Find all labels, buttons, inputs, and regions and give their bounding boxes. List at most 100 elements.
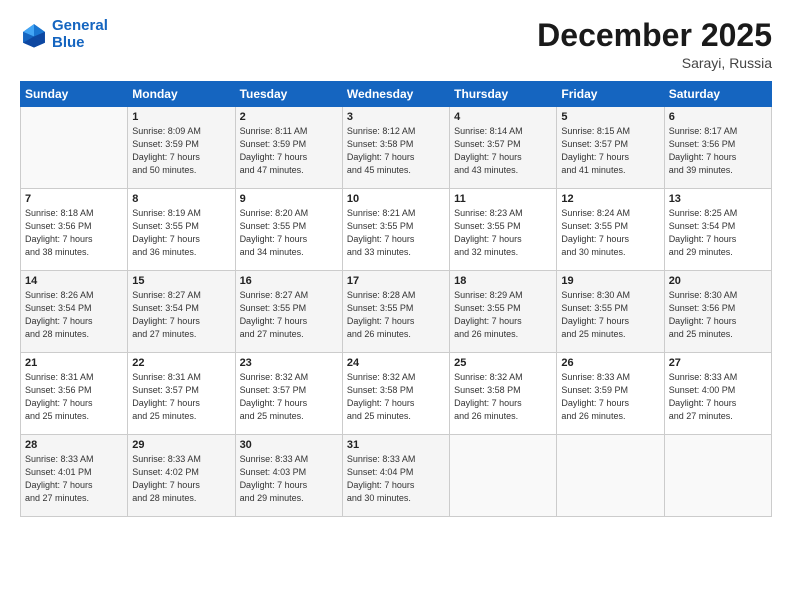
week-row-4: 21 Sunrise: 8:31 AM Sunset: 3:56 PM Dayli… (21, 353, 772, 435)
week-row-3: 14 Sunrise: 8:26 AM Sunset: 3:54 PM Dayli… (21, 271, 772, 353)
day-info: Sunrise: 8:19 AM Sunset: 3:55 PM Dayligh… (132, 207, 230, 259)
day-cell: 30 Sunrise: 8:33 AM Sunset: 4:03 PM Dayli… (235, 435, 342, 517)
day-info: Sunrise: 8:32 AM Sunset: 3:58 PM Dayligh… (347, 371, 445, 423)
day-info: Sunrise: 8:26 AM Sunset: 3:54 PM Dayligh… (25, 289, 123, 341)
day-cell: 26 Sunrise: 8:33 AM Sunset: 3:59 PM Dayli… (557, 353, 664, 435)
day-info: Sunrise: 8:09 AM Sunset: 3:59 PM Dayligh… (132, 125, 230, 177)
day-info: Sunrise: 8:20 AM Sunset: 3:55 PM Dayligh… (240, 207, 338, 259)
day-info: Sunrise: 8:23 AM Sunset: 3:55 PM Dayligh… (454, 207, 552, 259)
day-info: Sunrise: 8:30 AM Sunset: 3:55 PM Dayligh… (561, 289, 659, 341)
day-cell (21, 107, 128, 189)
day-number: 20 (669, 275, 767, 287)
day-number: 30 (240, 439, 338, 451)
day-number: 19 (561, 275, 659, 287)
day-number: 26 (561, 357, 659, 369)
day-number: 23 (240, 357, 338, 369)
header-saturday: Saturday (664, 82, 771, 107)
day-number: 6 (669, 111, 767, 123)
day-number: 8 (132, 193, 230, 205)
header: General Blue December 2025 Sarayi, Russi… (20, 18, 772, 71)
day-cell: 11Sunrise: 8:23 AM Sunset: 3:55 PM Dayli… (450, 189, 557, 271)
day-info: Sunrise: 8:11 AM Sunset: 3:59 PM Dayligh… (240, 125, 338, 177)
day-info: Sunrise: 8:33 AM Sunset: 4:04 PM Dayligh… (347, 453, 445, 505)
day-cell (450, 435, 557, 517)
day-number: 14 (25, 275, 123, 287)
day-cell: 2 Sunrise: 8:11 AM Sunset: 3:59 PM Daylig… (235, 107, 342, 189)
day-cell: 22Sunrise: 8:31 AM Sunset: 3:57 PM Dayli… (128, 353, 235, 435)
logo-text: General Blue (52, 18, 108, 51)
day-cell: 20 Sunrise: 8:30 AM Sunset: 3:56 PM Dayli… (664, 271, 771, 353)
day-cell: 3Sunrise: 8:12 AM Sunset: 3:58 PM Daylig… (342, 107, 449, 189)
day-number: 27 (669, 357, 767, 369)
week-row-5: 28 Sunrise: 8:33 AM Sunset: 4:01 PM Dayli… (21, 435, 772, 517)
day-cell: 15Sunrise: 8:27 AM Sunset: 3:54 PM Dayli… (128, 271, 235, 353)
day-cell (557, 435, 664, 517)
day-cell: 19 Sunrise: 8:30 AM Sunset: 3:55 PM Dayli… (557, 271, 664, 353)
day-info: Sunrise: 8:31 AM Sunset: 3:56 PM Dayligh… (25, 371, 123, 423)
day-info: Sunrise: 8:29 AM Sunset: 3:55 PM Dayligh… (454, 289, 552, 341)
day-info: Sunrise: 8:18 AM Sunset: 3:56 PM Dayligh… (25, 207, 123, 259)
day-cell: 5Sunrise: 8:15 AM Sunset: 3:57 PM Daylig… (557, 107, 664, 189)
day-cell: 6 Sunrise: 8:17 AM Sunset: 3:56 PM Daylig… (664, 107, 771, 189)
day-cell: 29Sunrise: 8:33 AM Sunset: 4:02 PM Dayli… (128, 435, 235, 517)
header-sunday: Sunday (21, 82, 128, 107)
month-title: December 2025 (537, 18, 772, 53)
day-info: Sunrise: 8:27 AM Sunset: 3:55 PM Dayligh… (240, 289, 338, 341)
location-subtitle: Sarayi, Russia (537, 55, 772, 71)
day-cell: 12Sunrise: 8:24 AM Sunset: 3:55 PM Dayli… (557, 189, 664, 271)
day-number: 16 (240, 275, 338, 287)
day-cell: 8 Sunrise: 8:19 AM Sunset: 3:55 PM Daylig… (128, 189, 235, 271)
header-thursday: Thursday (450, 82, 557, 107)
day-cell: 31 Sunrise: 8:33 AM Sunset: 4:04 PM Dayli… (342, 435, 449, 517)
day-number: 9 (240, 193, 338, 205)
day-number: 3 (347, 111, 445, 123)
logo-line2: Blue (52, 34, 85, 51)
day-info: Sunrise: 8:25 AM Sunset: 3:54 PM Dayligh… (669, 207, 767, 259)
header-friday: Friday (557, 82, 664, 107)
day-cell: 14 Sunrise: 8:26 AM Sunset: 3:54 PM Dayli… (21, 271, 128, 353)
day-cell: 27Sunrise: 8:33 AM Sunset: 4:00 PM Dayli… (664, 353, 771, 435)
day-number: 5 (561, 111, 659, 123)
day-number: 12 (561, 193, 659, 205)
logo-icon (20, 21, 48, 49)
day-cell: 28 Sunrise: 8:33 AM Sunset: 4:01 PM Dayli… (21, 435, 128, 517)
header-monday: Monday (128, 82, 235, 107)
calendar-table: SundayMondayTuesdayWednesdayThursdayFrid… (20, 81, 772, 517)
day-info: Sunrise: 8:21 AM Sunset: 3:55 PM Dayligh… (347, 207, 445, 259)
day-number: 13 (669, 193, 767, 205)
day-cell: 16 Sunrise: 8:27 AM Sunset: 3:55 PM Dayli… (235, 271, 342, 353)
day-info: Sunrise: 8:33 AM Sunset: 4:03 PM Dayligh… (240, 453, 338, 505)
day-cell: 17 Sunrise: 8:28 AM Sunset: 3:55 PM Dayli… (342, 271, 449, 353)
day-cell: 1 Sunrise: 8:09 AM Sunset: 3:59 PM Daylig… (128, 107, 235, 189)
day-number: 31 (347, 439, 445, 451)
day-number: 28 (25, 439, 123, 451)
day-cell (664, 435, 771, 517)
day-cell: 4Sunrise: 8:14 AM Sunset: 3:57 PM Daylig… (450, 107, 557, 189)
week-row-1: 1 Sunrise: 8:09 AM Sunset: 3:59 PM Daylig… (21, 107, 772, 189)
day-cell: 18Sunrise: 8:29 AM Sunset: 3:55 PM Dayli… (450, 271, 557, 353)
day-info: Sunrise: 8:30 AM Sunset: 3:56 PM Dayligh… (669, 289, 767, 341)
day-cell: 23Sunrise: 8:32 AM Sunset: 3:57 PM Dayli… (235, 353, 342, 435)
day-info: Sunrise: 8:14 AM Sunset: 3:57 PM Dayligh… (454, 125, 552, 177)
day-cell: 13 Sunrise: 8:25 AM Sunset: 3:54 PM Dayli… (664, 189, 771, 271)
day-info: Sunrise: 8:33 AM Sunset: 4:01 PM Dayligh… (25, 453, 123, 505)
day-info: Sunrise: 8:33 AM Sunset: 3:59 PM Dayligh… (561, 371, 659, 423)
day-number: 7 (25, 193, 123, 205)
logo-line1: General (52, 17, 108, 34)
day-cell: 25Sunrise: 8:32 AM Sunset: 3:58 PM Dayli… (450, 353, 557, 435)
day-cell: 7 Sunrise: 8:18 AM Sunset: 3:56 PM Daylig… (21, 189, 128, 271)
day-number: 10 (347, 193, 445, 205)
day-number: 17 (347, 275, 445, 287)
day-cell: 9 Sunrise: 8:20 AM Sunset: 3:55 PM Daylig… (235, 189, 342, 271)
day-info: Sunrise: 8:28 AM Sunset: 3:55 PM Dayligh… (347, 289, 445, 341)
day-number: 1 (132, 111, 230, 123)
day-cell: 21 Sunrise: 8:31 AM Sunset: 3:56 PM Dayli… (21, 353, 128, 435)
day-number: 21 (25, 357, 123, 369)
day-info: Sunrise: 8:17 AM Sunset: 3:56 PM Dayligh… (669, 125, 767, 177)
calendar-header-row: SundayMondayTuesdayWednesdayThursdayFrid… (21, 82, 772, 107)
header-wednesday: Wednesday (342, 82, 449, 107)
day-number: 25 (454, 357, 552, 369)
page: General Blue December 2025 Sarayi, Russi… (0, 0, 792, 612)
week-row-2: 7 Sunrise: 8:18 AM Sunset: 3:56 PM Daylig… (21, 189, 772, 271)
day-number: 2 (240, 111, 338, 123)
